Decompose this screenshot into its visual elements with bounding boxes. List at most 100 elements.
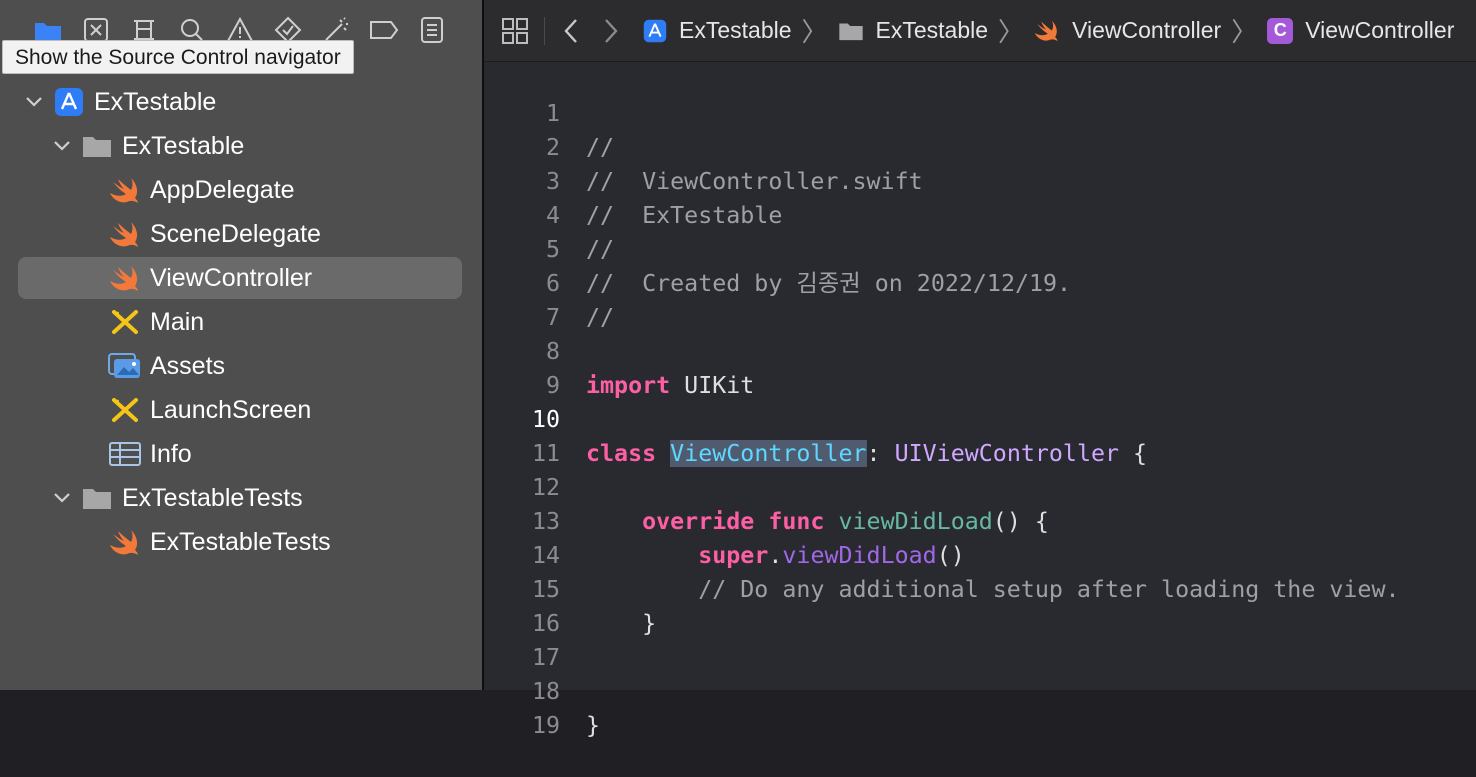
- tree-row-project[interactable]: ExTestable: [0, 80, 482, 124]
- file-tree: ExTestable ExTestable AppDelegate SceneD…: [0, 80, 482, 564]
- code-line: 3 // ExTestable: [484, 131, 782, 229]
- code-text: import UIKit: [586, 369, 754, 403]
- tree-row-group[interactable]: ExTestable: [0, 124, 482, 168]
- tree-label: Assets: [150, 351, 226, 380]
- code-text: class ViewController: UIViewController {: [586, 437, 1147, 471]
- code-line: 14 // Do any additional setup after load…: [484, 505, 1400, 603]
- swift-icon: [108, 527, 142, 557]
- tree-row-file[interactable]: Assets: [0, 344, 482, 388]
- chevron-down-icon[interactable]: [24, 97, 44, 107]
- tree-row-file-selected[interactable]: ViewController: [0, 256, 482, 300]
- report-icon[interactable]: [416, 14, 448, 46]
- code-line: 4 //: [484, 165, 614, 263]
- breadcrumb-label: ViewController: [1305, 17, 1455, 43]
- code-line: 18 }: [484, 641, 600, 739]
- selected-identifier[interactable]: ViewController: [670, 440, 867, 467]
- tree-row-group[interactable]: ExTestableTests: [0, 476, 482, 520]
- breadcrumb-label: ExTestable: [875, 17, 989, 43]
- breakpoint-icon[interactable]: [368, 14, 400, 46]
- punctuation: () {: [992, 508, 1049, 535]
- code-line: 9: [484, 335, 568, 399]
- code-line: 8 import UIKit: [484, 301, 754, 399]
- tree-label: ExTestable: [122, 131, 245, 160]
- code-text: // Do any additional setup after loading…: [586, 576, 1400, 603]
- code-text: //: [586, 236, 615, 263]
- breadcrumb-separator: 〉: [801, 17, 828, 47]
- punctuation: .: [768, 542, 783, 569]
- code-line: 17: [484, 607, 568, 671]
- code-text: // ExTestable: [586, 202, 783, 229]
- keyword: class: [586, 440, 657, 467]
- code-line: 13 super.viewDidLoad(): [484, 471, 965, 569]
- code-text: }: [586, 610, 657, 637]
- code-line-current: 10 class ViewController: UIViewControlle…: [484, 369, 1147, 467]
- jump-bar: ExTestable 〉 ExTestable 〉 ViewController…: [484, 0, 1476, 62]
- code-text: }: [586, 712, 601, 739]
- tree-row-file[interactable]: ExTestableTests: [0, 520, 482, 564]
- plist-icon: [108, 439, 142, 469]
- code-text: override func viewDidLoad() {: [586, 505, 1049, 539]
- code-text: //: [586, 304, 615, 331]
- breadcrumb-group[interactable]: ExTestable: [838, 17, 989, 44]
- breadcrumb-separator: 〉: [998, 17, 1025, 47]
- swift-icon: [108, 219, 142, 249]
- tree-label: Main: [150, 307, 205, 336]
- storyboard-icon: [108, 395, 142, 425]
- tree-row-file[interactable]: Info: [0, 432, 482, 476]
- assets-icon: [108, 351, 142, 381]
- punctuation: :: [866, 440, 881, 467]
- forward-arrow-icon[interactable]: [599, 16, 623, 46]
- swift-icon: [1034, 19, 1060, 42]
- code-text: // Created by 김종권 on 2022/12/19.: [586, 270, 1072, 297]
- identifier: UIKit: [670, 372, 755, 399]
- class-icon-letter: C: [1267, 17, 1294, 44]
- code-text: super.viewDidLoad(): [586, 539, 965, 573]
- type-name: UIViewController: [894, 440, 1120, 467]
- back-arrow-icon[interactable]: [559, 16, 583, 46]
- line-number: 19: [531, 712, 560, 739]
- code-area[interactable]: 1 // 2 // ViewController.swift 3 // ExTe…: [484, 62, 1476, 739]
- chevron-down-icon[interactable]: [52, 493, 72, 503]
- tree-label: ExTestableTests: [122, 483, 303, 512]
- breadcrumb-label: ExTestable: [679, 17, 792, 43]
- tree-label: ExTestableTests: [150, 527, 331, 556]
- tree-label: LaunchScreen: [150, 395, 312, 424]
- code-text: // ViewController.swift: [586, 168, 923, 195]
- tree-row-file[interactable]: AppDelegate: [0, 168, 482, 212]
- keyword: override: [642, 508, 755, 535]
- project-icon: [52, 87, 86, 117]
- related-items-icon[interactable]: [500, 16, 530, 46]
- breadcrumb-symbol[interactable]: C ViewController: [1267, 17, 1454, 44]
- tree-row-file[interactable]: LaunchScreen: [0, 388, 482, 432]
- breadcrumb-project[interactable]: ExTestable: [643, 17, 792, 44]
- project-navigator: Show the Source Control navigator ExTest…: [0, 0, 482, 690]
- breadcrumb-file[interactable]: ViewController: [1034, 17, 1221, 44]
- tree-row-file[interactable]: SceneDelegate: [0, 212, 482, 256]
- toolbar-separator: [544, 16, 545, 45]
- class-icon: C: [1267, 17, 1294, 44]
- swift-icon: [108, 263, 142, 293]
- source-editor: ExTestable 〉 ExTestable 〉 ViewController…: [484, 0, 1476, 739]
- code-line: 1 //: [484, 63, 614, 161]
- folder-icon: [80, 483, 114, 513]
- project-icon: [643, 19, 667, 43]
- folder-icon: [80, 131, 114, 161]
- code-text: //: [586, 134, 615, 161]
- keyword: import: [586, 372, 671, 399]
- code-line: 19: [484, 675, 568, 739]
- tree-label: SceneDelegate: [150, 219, 321, 248]
- keyword: super: [698, 542, 769, 569]
- chevron-down-icon[interactable]: [52, 141, 72, 151]
- tree-label: AppDelegate: [150, 175, 295, 204]
- function-name: viewDidLoad: [838, 508, 993, 535]
- breadcrumb-separator: 〉: [1231, 17, 1258, 47]
- code-line: 16: [484, 573, 568, 637]
- code-line: 5 // Created by 김종권 on 2022/12/19.: [484, 199, 1071, 297]
- tree-label: ViewController: [150, 263, 313, 292]
- tree-row-file[interactable]: Main: [0, 300, 482, 344]
- code-line: 2 // ViewController.swift: [484, 97, 923, 195]
- punctuation: (): [936, 542, 965, 569]
- code-line: 15 }: [484, 539, 656, 637]
- tooltip: Show the Source Control navigator: [2, 40, 354, 74]
